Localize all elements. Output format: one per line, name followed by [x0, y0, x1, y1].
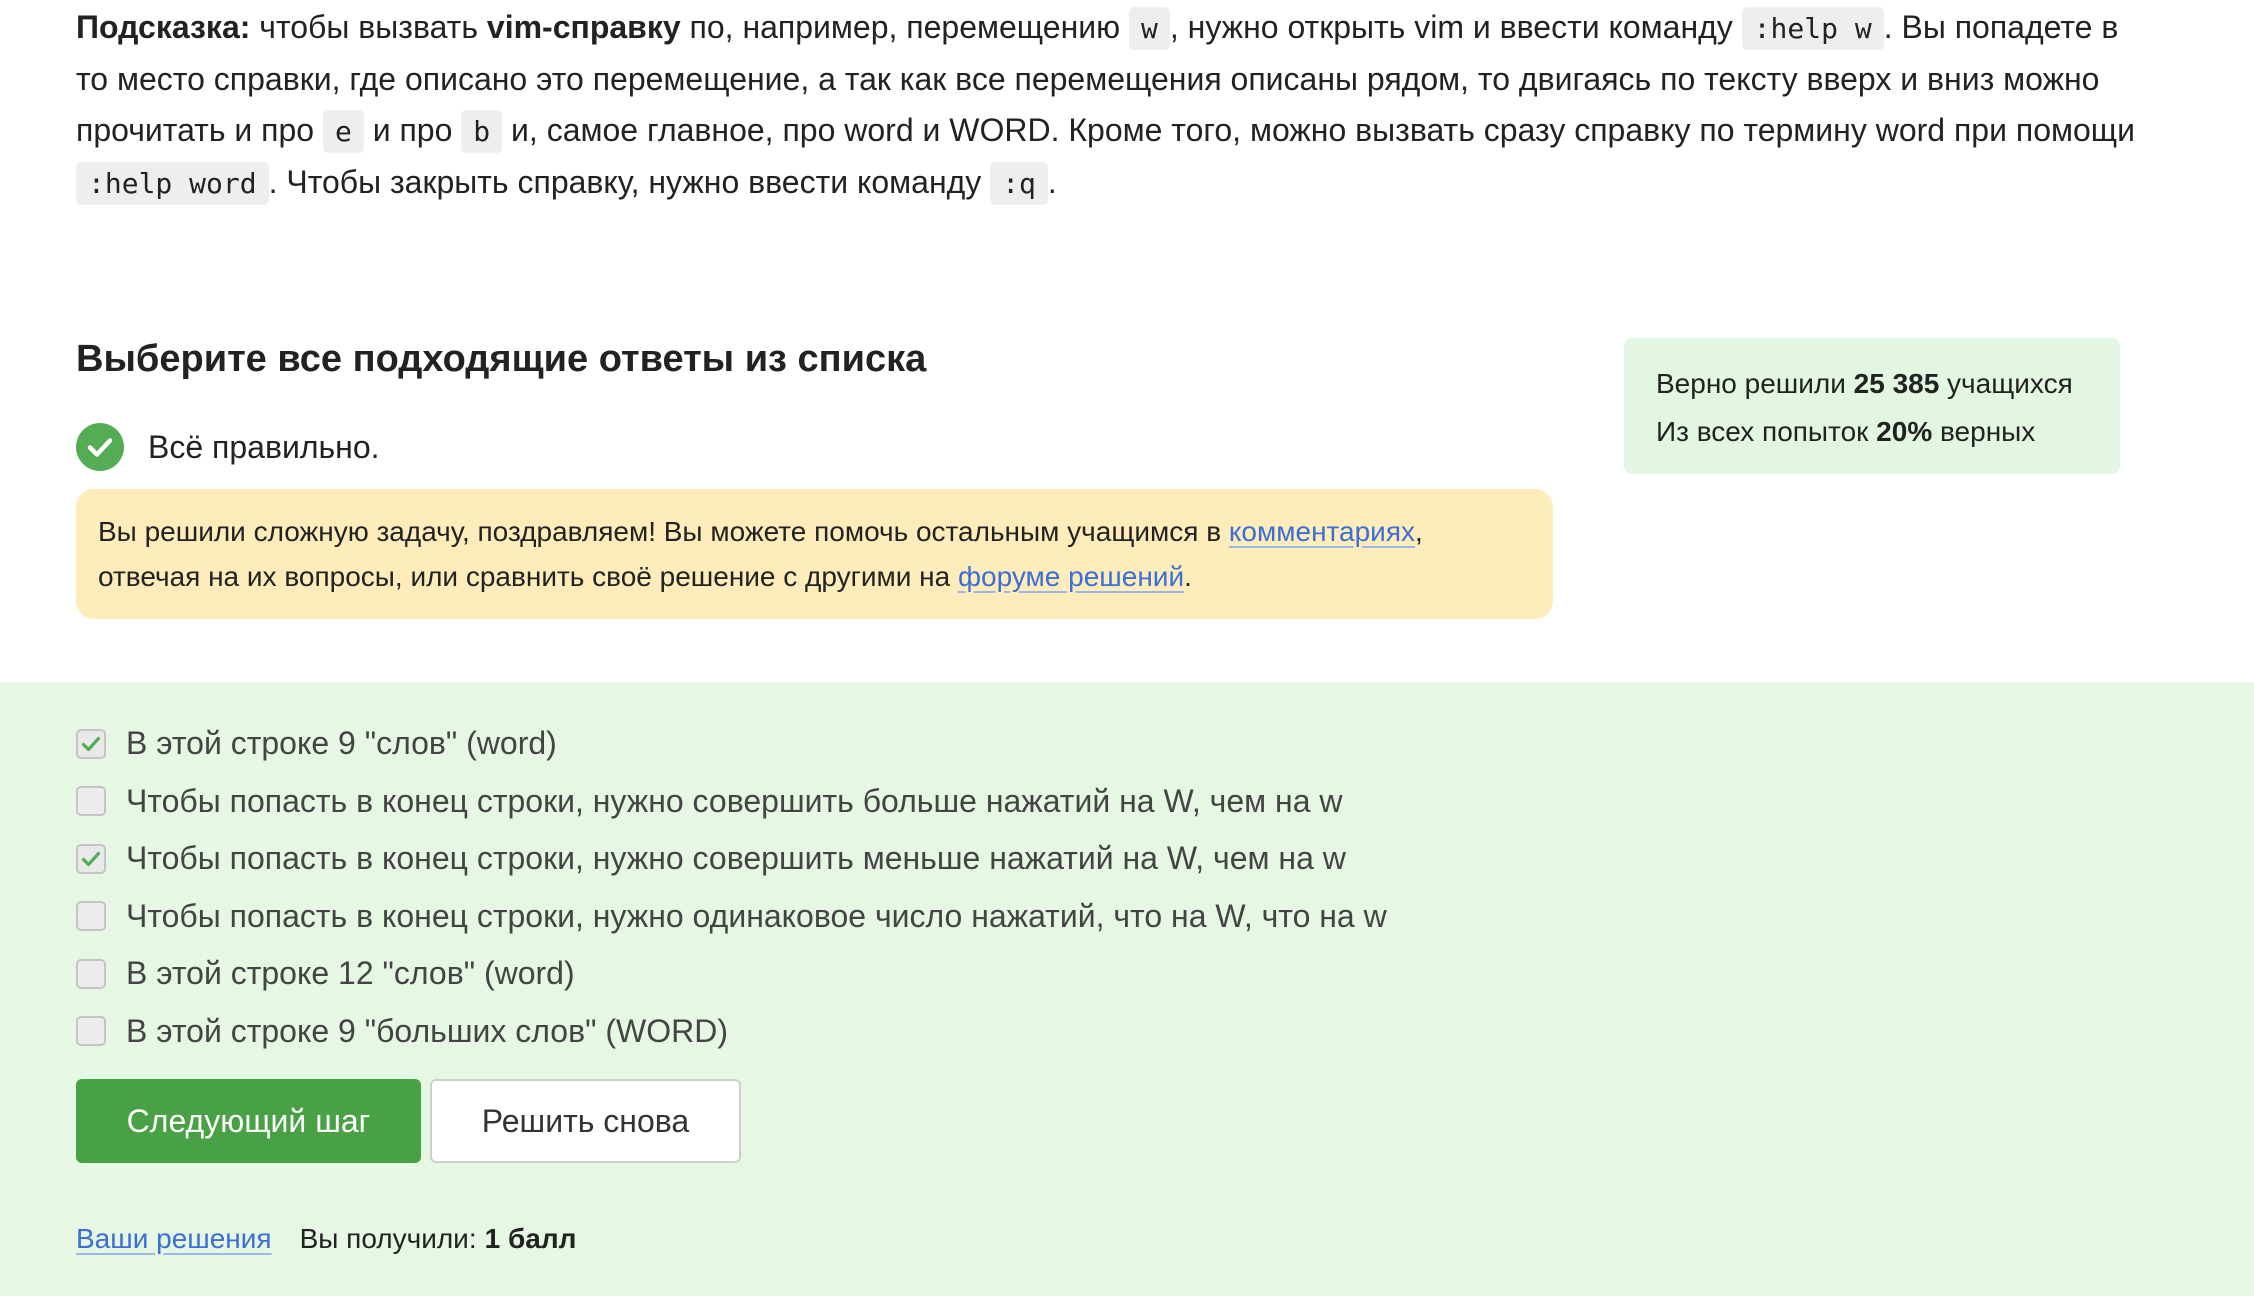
checkbox-checked[interactable]: [76, 843, 106, 874]
result-footer: Ваши решения Вы получили: 1 балл: [76, 1223, 576, 1255]
code-q: :q: [990, 162, 1048, 205]
answer-option[interactable]: В этой строке 9 "больших слов" (WORD): [76, 1003, 1387, 1061]
code-help-w: :help w: [1741, 7, 1884, 50]
answer-option-label: В этой строке 12 "слов" (word): [126, 955, 575, 992]
checkbox-unchecked[interactable]: [76, 901, 106, 932]
solutions-forum-link[interactable]: форуме решений: [958, 561, 1184, 592]
hint-text: и про: [363, 112, 462, 148]
solve-again-button[interactable]: Решить снова: [430, 1079, 741, 1163]
answer-options: В этой строке 9 "слов" (word) Чтобы попас…: [76, 715, 1387, 1060]
answer-option-label: Чтобы попасть в конец строки, нужно один…: [126, 897, 1387, 934]
answer-option[interactable]: Чтобы попасть в конец строки, нужно сове…: [76, 830, 1387, 888]
hint-text: и, самое главное, про word и WORD. Кроме…: [502, 112, 2135, 148]
stats-text: Верно решили: [1656, 368, 1854, 399]
hint-paragraph: Подсказка: чтобы вызвать vim-справку по,…: [76, 2, 2156, 209]
answer-option[interactable]: Чтобы попасть в конец строки, нужно один…: [76, 888, 1387, 946]
code-e: e: [322, 110, 364, 153]
your-solutions-link[interactable]: Ваши решения: [76, 1223, 272, 1255]
answer-option-label: Чтобы попасть в конец строки, нужно сове…: [126, 840, 1346, 877]
stats-text: учащихся: [1939, 368, 2073, 399]
hint-text: , нужно открыть vim и ввести команду: [1169, 9, 1742, 45]
next-step-button[interactable]: Следующий шаг: [76, 1079, 421, 1163]
success-check-icon: [76, 423, 124, 471]
hint-text: по, например, перемещению: [680, 9, 1129, 45]
step-page: Подсказка: чтобы вызвать vim-справку по,…: [0, 0, 2254, 1296]
answer-option-label: Чтобы попасть в конец строки, нужно сове…: [126, 782, 1343, 819]
stats-panel: Верно решили 25 385 учащихся Из всех поп…: [1624, 338, 2120, 474]
stats-text: верных: [1932, 416, 2036, 447]
hint-vim-help: vim-справку: [486, 9, 681, 45]
status-text: Всё правильно.: [148, 428, 380, 465]
checkbox-checked[interactable]: [76, 728, 106, 759]
answer-option-label: В этой строке 9 "слов" (word): [126, 725, 557, 762]
checkbox-unchecked[interactable]: [76, 1016, 106, 1047]
comments-link[interactable]: комментариях: [1229, 516, 1415, 547]
hint-label: Подсказка:: [76, 9, 251, 45]
checkbox-unchecked[interactable]: [76, 958, 106, 989]
answer-option[interactable]: Чтобы попасть в конец строки, нужно сове…: [76, 773, 1387, 831]
stats-text: Из всех попыток: [1656, 416, 1877, 447]
code-w: w: [1129, 7, 1170, 50]
attempts-percent: 20%: [1876, 416, 1933, 447]
congrats-notice: Вы решили сложную задачу, поздравляем! В…: [76, 489, 1553, 619]
answers-area: В этой строке 9 "слов" (word) Чтобы попас…: [0, 682, 2254, 1296]
hint-text: . Чтобы закрыть справку, нужно ввести ко…: [268, 164, 991, 200]
answer-option[interactable]: В этой строке 9 "слов" (word): [76, 715, 1387, 773]
attempts-line: Из всех попыток 20% верных: [1656, 408, 2088, 456]
answer-option[interactable]: В этой строке 12 "слов" (word): [76, 945, 1387, 1003]
score-label: Вы получили:: [299, 1223, 477, 1254]
code-b: b: [461, 110, 503, 153]
result-status: Всё правильно.: [76, 423, 380, 471]
solved-count-line: Верно решили 25 385 учащихся: [1656, 360, 2088, 408]
hint-text: чтобы вызвать: [250, 9, 487, 45]
hint-text: .: [1047, 164, 1057, 200]
checkbox-unchecked[interactable]: [76, 786, 106, 817]
code-help-word: :help word: [76, 162, 269, 205]
congrats-text: .: [1184, 561, 1192, 592]
checkmark-icon: [81, 851, 101, 866]
answer-option-label: В этой строке 9 "больших слов" (WORD): [126, 1012, 728, 1049]
question-title: Выберите все подходящие ответы из списка: [76, 338, 927, 380]
congrats-text: Вы решили сложную задачу, поздравляем! В…: [98, 516, 1229, 547]
solved-count: 25 385: [1853, 368, 1940, 399]
checkmark-icon: [81, 736, 101, 751]
score-value: 1 балл: [484, 1223, 577, 1254]
